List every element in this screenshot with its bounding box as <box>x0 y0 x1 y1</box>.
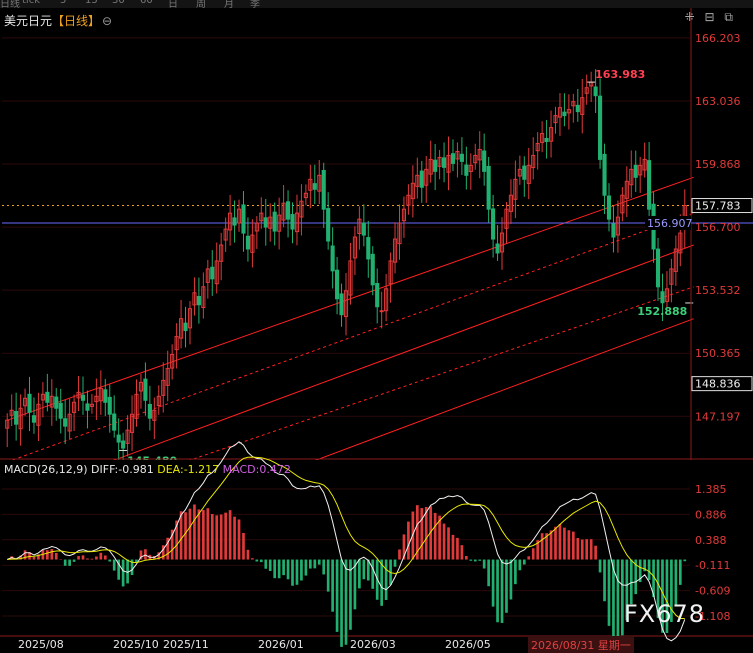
macd-tick-label: 0.886 <box>695 508 727 521</box>
cursor-date-label: 2026/08/31 星期一 <box>528 636 634 653</box>
diff-value: DIFF:-0.981 <box>91 463 154 476</box>
macd-value: MACD:0.472 <box>222 463 291 476</box>
dea-value: DEA:-1.217 <box>157 463 220 476</box>
macd-tick-label: -0.111 <box>695 559 730 572</box>
date-tick-label: 2026/05 <box>445 638 491 651</box>
macd-tick-label: 0.388 <box>695 534 727 547</box>
macd-tick-label: -0.609 <box>695 585 730 598</box>
date-tick-label: 2025/11 <box>163 638 209 651</box>
date-tick-label: 2025/10 <box>113 638 159 651</box>
macd-params: MACD(26,12,9) <box>4 463 88 476</box>
fx678-watermark: FX678 <box>624 600 706 628</box>
date-tick-label: 2026/01 <box>258 638 304 651</box>
macd-tick-label: 1.385 <box>695 483 727 496</box>
macd-chart[interactable]: 1.3850.8860.388-0.111-0.609-1.108 <box>0 0 753 651</box>
macd-legend: MACD(26,12,9) DIFF:-0.981 DEA:-1.217 MAC… <box>4 463 291 476</box>
date-tick-label: 2025/08 <box>18 638 64 651</box>
date-tick-label: 2026/03 <box>350 638 396 651</box>
